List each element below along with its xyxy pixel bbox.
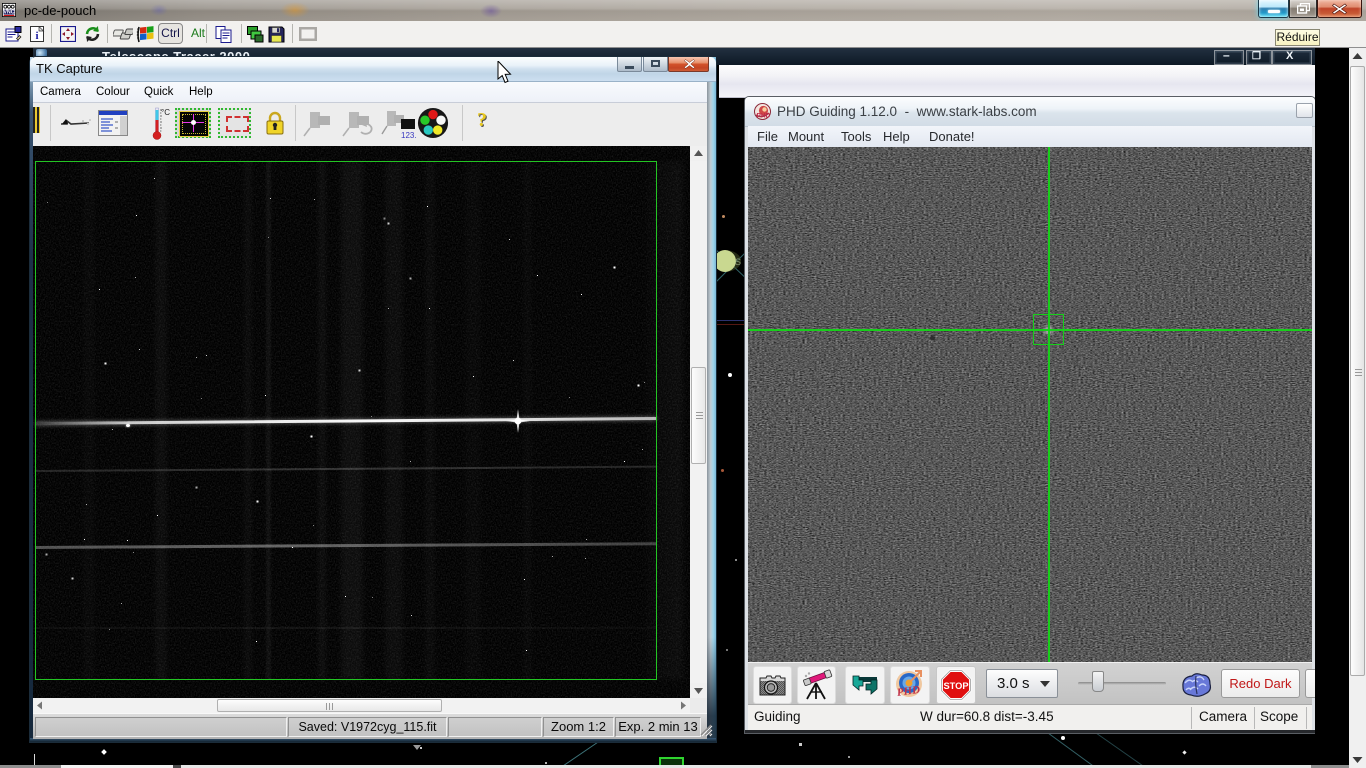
svg-text:STOP: STOP bbox=[943, 681, 968, 691]
svg-text:PHD: PHD bbox=[896, 684, 921, 699]
svg-text:i: i bbox=[35, 30, 38, 42]
svg-text:°C: °C bbox=[161, 108, 170, 117]
svg-text:123...: 123... bbox=[401, 131, 417, 140]
svg-text:VNC: VNC bbox=[3, 10, 14, 16]
svg-text:S: S bbox=[735, 257, 741, 267]
svg-text:PHD: PHD bbox=[757, 113, 771, 120]
